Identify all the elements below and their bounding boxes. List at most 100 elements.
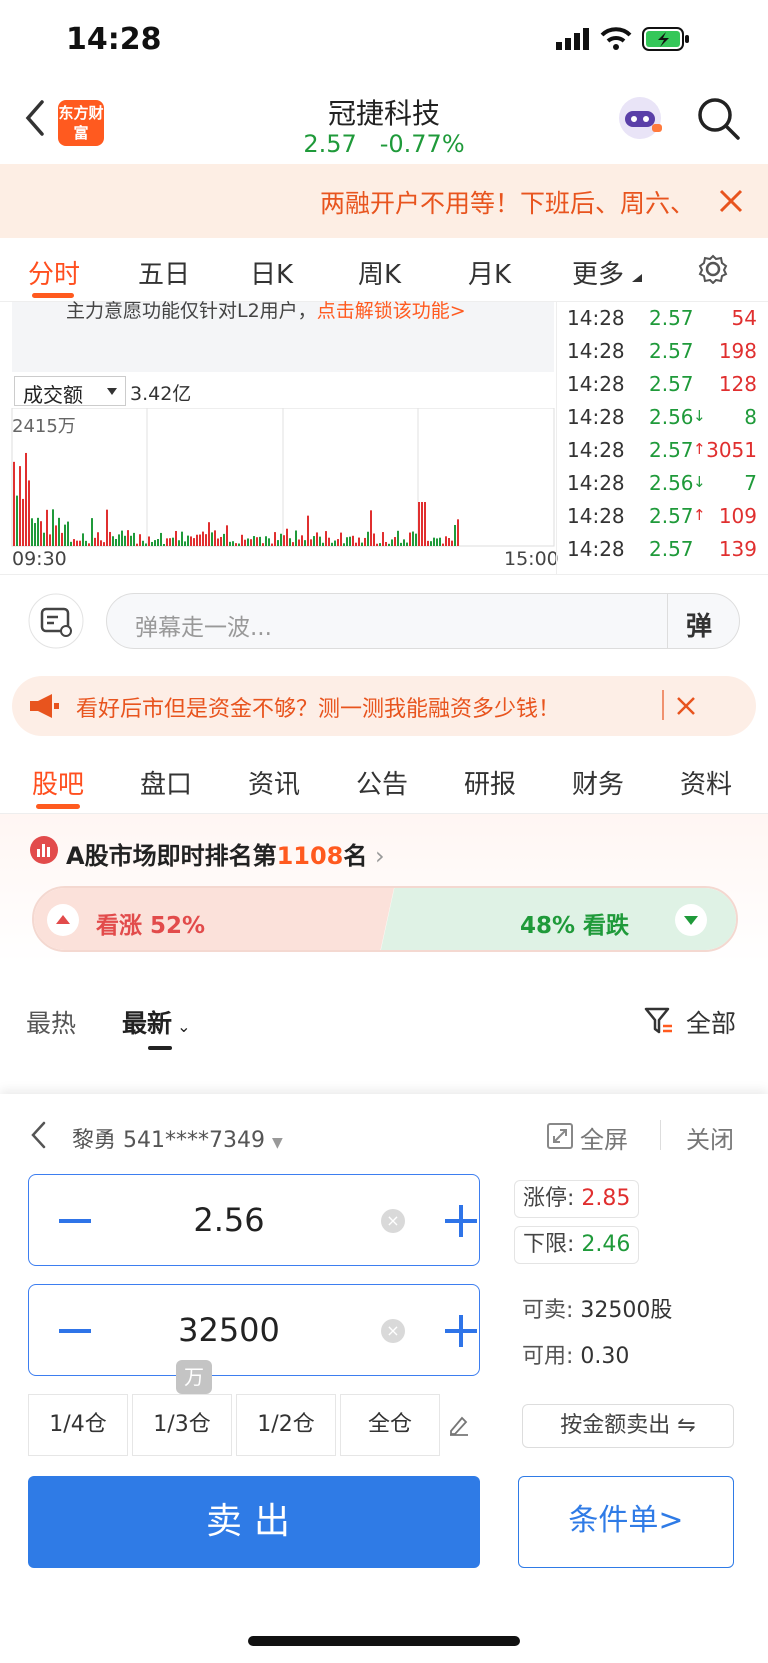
volume-bar [67,521,69,546]
close-panel-button[interactable]: 关闭 [686,1120,734,1155]
tab-research[interactable]: 研报 [464,764,516,801]
tick-price: 2.57 [649,306,694,330]
sellable-info: 可卖: 32500股 [522,1298,673,1323]
volume-type-selector[interactable]: 成交额 [14,376,126,407]
volume-bar [433,537,435,546]
tick-price: 2.57 [649,339,694,363]
active-filter-indicator [148,1046,172,1050]
volume-bar [292,542,294,546]
filter-icon[interactable] [644,1006,674,1036]
chart-tabs: 分时 五日 日K 周K 月K 更多 [0,240,768,302]
tab-weekly-k[interactable]: 周K [358,254,401,291]
tab-finance[interactable]: 财务 [572,764,624,801]
tab-more[interactable]: 更多 [572,254,624,291]
account-selector[interactable]: 黎勇 541****7349 ▼ [72,1122,283,1154]
tick-list: 14:28 2.57 54 14:28 2.57 198 14:28 2.57 128 14:28… [556,302,768,574]
volume-bar [25,452,27,546]
volume-bar [334,540,336,546]
volume-bar [70,541,72,546]
tab-news[interactable]: 资讯 [248,764,300,801]
fullscreen-button[interactable]: 全屏 [580,1120,628,1155]
price-stepper[interactable]: 2.56 × [28,1174,480,1266]
price-input[interactable]: 2.56 [29,1201,429,1239]
volume-bar [88,543,90,546]
clear-icon[interactable]: × [381,1209,405,1233]
financing-banner[interactable]: 看好后市但是资金不够？测一测我能融资多少钱！ [12,676,756,736]
clear-icon[interactable]: × [381,1319,405,1343]
tick-volume: 128 [718,372,757,396]
volume-bar [367,531,369,546]
tab-intraday[interactable]: 分时 [28,254,80,291]
volume-bar [85,540,87,546]
volume-bar [37,517,39,546]
volume-bar [448,537,450,546]
volume-bar [61,532,63,546]
edit-icon[interactable] [448,1414,470,1436]
filter-latest[interactable]: 最新 ⌄ [122,1004,191,1040]
volume-bar [451,540,453,546]
tab-daily-k[interactable]: 日K [250,254,293,291]
tab-guba[interactable]: 股吧 [32,764,84,801]
volume-bar [223,533,225,546]
settings-gear-icon[interactable] [698,254,728,284]
close-icon[interactable] [718,188,744,214]
volume-bar [445,536,447,546]
filter-all[interactable]: 全部 [686,1004,736,1040]
quantity-stepper[interactable]: 32500 × [28,1284,480,1376]
volume-bar [148,536,150,546]
promo-text: 两融开户不用等！下班后、周六、 [320,189,690,218]
bull-vote-button[interactable]: 看涨 52% [34,888,394,950]
sell-button[interactable]: 卖出 [28,1476,480,1568]
fullscreen-icon[interactable] [546,1122,574,1150]
tab-monthly-k[interactable]: 月K [468,254,511,291]
position-half-button[interactable]: 1/2仓 [236,1394,336,1456]
volume-bar [226,525,228,546]
tab-announcements[interactable]: 公告 [356,764,408,801]
bear-vote-button[interactable]: 48% 看跌 [380,888,736,950]
tick-time: 14:28 [567,438,625,462]
volume-bar [169,538,171,546]
volume-bar [52,509,54,546]
close-icon[interactable] [676,696,696,716]
tab-pankou[interactable]: 盘口 [140,764,192,801]
volume-bar [412,531,414,546]
conditional-order-button[interactable]: 条件单> [518,1476,734,1568]
volume-bar [166,538,168,546]
volume-bar [265,536,267,546]
filter-hot[interactable]: 最热 [26,1004,76,1040]
promo-banner[interactable]: 两融开户不用等！下班后、周六、 [0,164,768,238]
megaphone-icon [30,694,59,718]
tick-price: 2.56 [649,471,694,495]
volume-bar [436,538,438,546]
volume-bar [346,537,348,546]
tick-time: 14:28 [567,471,625,495]
up-arrow-icon: ↑ [693,506,706,524]
sell-by-amount-button[interactable]: 按金额卖出 ⇋ [522,1404,734,1448]
danmu-input[interactable]: 弹幕走一波... 弹 [106,593,740,649]
position-full-button[interactable]: 全仓 [340,1394,440,1456]
position-quarter-button[interactable]: 1/4仓 [28,1394,128,1456]
back-icon[interactable] [28,1120,48,1150]
tick-row: 14:28 2.56 ↓ 8 [567,405,767,440]
volume-bar [199,534,201,546]
dropdown-icon [632,274,642,282]
volume-bars [11,408,555,547]
robot-assistant-icon[interactable] [616,94,664,142]
volume-bar [397,530,399,546]
limit-up-badge: 涨停: 2.85 [514,1180,640,1218]
danmu-bar: 弹幕走一波... 弹 [0,574,768,664]
tab-profile[interactable]: 资料 [680,764,732,801]
intraday-chart[interactable]: 主力意愿功能仅针对L2用户，点击解锁该功能> 成交额 3.42亿 2415万 0… [0,300,559,574]
volume-bar [40,521,42,546]
tab-five-day[interactable]: 五日 [138,254,190,291]
search-icon[interactable] [696,96,742,142]
l2-unlock-link[interactable]: 点击解锁该功能> [317,300,466,322]
danmu-settings-icon[interactable] [28,593,84,649]
up-arrow-icon: ↑ [693,440,706,458]
position-third-button[interactable]: 1/3仓 [132,1394,232,1456]
quantity-input[interactable]: 32500 [29,1311,429,1349]
volume-bar [97,532,99,546]
volume-bar [139,534,141,546]
danmu-send-button[interactable]: 弹 [667,594,739,648]
ranking-title[interactable]: A股市场即时排名第1108名 › [66,836,385,871]
